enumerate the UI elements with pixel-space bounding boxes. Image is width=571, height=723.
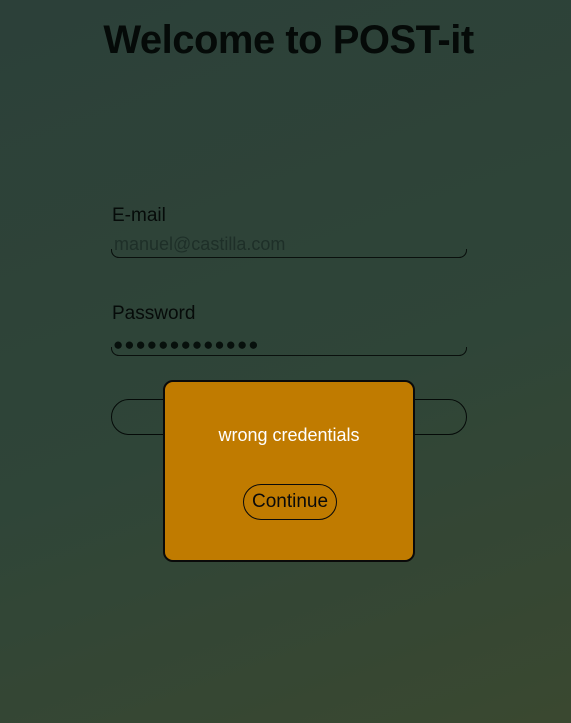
email-value: manuel@castilla.com xyxy=(114,234,286,254)
error-message: wrong credentials xyxy=(218,425,360,445)
email-field[interactable]: manuel@castilla.com xyxy=(111,234,467,258)
error-dialog: wrong credentials Continue xyxy=(163,380,415,562)
password-masked-value: ●●●●●●●●●●●●● xyxy=(113,335,260,354)
email-label: E-mail xyxy=(112,205,166,226)
password-label: Password xyxy=(112,303,196,324)
password-field[interactable]: ●●●●●●●●●●●●● xyxy=(111,332,467,356)
page-title: Welcome to POST-it xyxy=(103,18,474,62)
continue-button[interactable]: Continue xyxy=(243,484,337,520)
